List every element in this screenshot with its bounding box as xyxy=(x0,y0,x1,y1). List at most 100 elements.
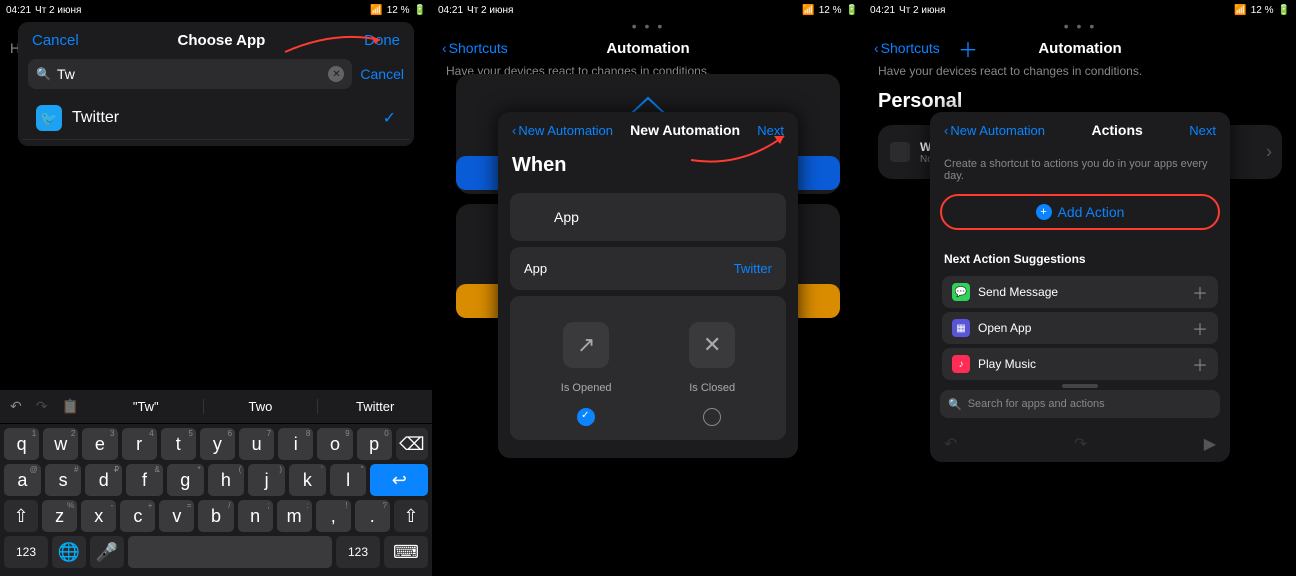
search-cancel-button[interactable]: Cancel xyxy=(360,66,404,82)
key-j[interactable]: )j xyxy=(248,464,285,496)
sheet-title: Choose App xyxy=(178,32,266,49)
undo-icon[interactable]: ↶ xyxy=(10,398,22,415)
key-return[interactable]: ↩ xyxy=(370,464,428,496)
key-delete[interactable]: ⌫ xyxy=(396,428,428,460)
search-field[interactable]: 🔍 ✕ xyxy=(28,59,352,89)
add-action-button[interactable]: + Add Action xyxy=(940,194,1220,230)
app-row-twitter[interactable]: 🐦 Twitter ✓ xyxy=(22,97,410,140)
key-e[interactable]: 3e xyxy=(82,428,117,460)
open-close-card: ↗ Is Opened ✕ Is Closed xyxy=(510,296,786,440)
key-r[interactable]: 4r xyxy=(122,428,157,460)
key-d[interactable]: ₽d xyxy=(85,464,122,496)
key-p[interactable]: 0p xyxy=(357,428,392,460)
key-o[interactable]: 9o xyxy=(317,428,352,460)
suggestion-open-app[interactable]: ▦Open App ＋ xyxy=(942,312,1218,344)
key-g[interactable]: *g xyxy=(167,464,204,496)
close-icon: ✕ xyxy=(689,322,735,368)
actions-modal: ‹ New Automation Actions Next Create a s… xyxy=(930,112,1230,462)
key-c[interactable]: +c xyxy=(120,500,155,532)
new-automation-modal: ‹ New Automation New Automation Next Whe… xyxy=(498,112,798,458)
key-x[interactable]: -x xyxy=(81,500,116,532)
modal-title: Actions xyxy=(1091,122,1142,138)
choose-app-sheet: Cancel Choose App Done 🔍 ✕ Cancel 🐦 Twit… xyxy=(18,22,414,146)
key-n[interactable]: ;n xyxy=(238,500,273,532)
key-i[interactable]: 8i xyxy=(278,428,313,460)
nav-title: Automation xyxy=(606,40,689,57)
key-shift-left[interactable]: ⇧ xyxy=(4,500,38,532)
add-suggestion-icon[interactable]: ＋ xyxy=(1192,280,1208,304)
key-a[interactable]: @a xyxy=(4,464,41,496)
key-space[interactable] xyxy=(128,536,332,568)
trigger-app-row[interactable]: App xyxy=(510,193,786,241)
key-m[interactable]: :m xyxy=(277,500,312,532)
panel-actions: 04:21Чт 2 июня 📶12 %🔋 • • • ‹ Shortcuts … xyxy=(864,0,1296,576)
add-automation-button[interactable]: ＋ xyxy=(958,34,978,63)
search-input[interactable] xyxy=(57,66,322,82)
search-actions-field[interactable]: 🔍 Search for apps and actions xyxy=(940,390,1220,418)
suggestion-word[interactable]: Two xyxy=(203,399,318,414)
key-period[interactable]: ?. xyxy=(355,500,390,532)
panel-new-automation: 04:21Чт 2 июня 📶12 %🔋 • • • ‹ Shortcuts … xyxy=(432,0,864,576)
key-w[interactable]: 2w xyxy=(43,428,78,460)
page-dots: • • • xyxy=(864,18,1296,34)
app-row-label: Twitter xyxy=(72,109,119,127)
clear-search-button[interactable]: ✕ xyxy=(328,66,344,82)
paste-icon[interactable]: 📋 xyxy=(61,398,78,415)
page-dots: • • • xyxy=(432,18,864,34)
when-heading: When xyxy=(498,148,798,187)
modal-next-button[interactable]: Next xyxy=(1189,123,1216,138)
back-shortcuts-button[interactable]: ‹ Shortcuts xyxy=(874,40,940,56)
panel-choose-app: 04:21Чт 2 июня 📶12 %🔋 • • • H… Cancel Ch… xyxy=(0,0,432,576)
key-q[interactable]: 1q xyxy=(4,428,39,460)
key-dismiss-keyboard[interactable]: ⌨︎ xyxy=(384,536,428,568)
radio-opened[interactable] xyxy=(577,408,595,426)
key-comma[interactable]: !, xyxy=(316,500,351,532)
key-shift-right[interactable]: ⇧ xyxy=(394,500,428,532)
key-b[interactable]: /b xyxy=(198,500,233,532)
app-placeholder-icon xyxy=(524,207,544,227)
nav-title: Automation xyxy=(1038,40,1121,57)
app-value: Twitter xyxy=(734,261,772,276)
key-s[interactable]: #s xyxy=(45,464,82,496)
key-mic[interactable]: 🎤 xyxy=(90,536,124,568)
key-globe[interactable]: 🌐 xyxy=(52,536,86,568)
modal-back-button[interactable]: ‹ New Automation xyxy=(944,123,1045,138)
suggestions-title: Next Action Suggestions xyxy=(930,234,1230,272)
key-l[interactable]: "l xyxy=(330,464,367,496)
is-opened-option[interactable]: ↗ Is Opened xyxy=(561,322,612,426)
key-t[interactable]: 5t xyxy=(161,428,196,460)
search-icon: 🔍 xyxy=(948,398,962,411)
key-h[interactable]: (h xyxy=(208,464,245,496)
key-z[interactable]: %z xyxy=(42,500,77,532)
hint-text: Create a shortcut to actions you do in y… xyxy=(930,148,1230,190)
drag-handle[interactable] xyxy=(1062,384,1098,388)
redo-icon[interactable]: ↷ xyxy=(36,398,48,415)
back-shortcuts-button[interactable]: ‹ Shortcuts xyxy=(442,40,508,56)
key-y[interactable]: 6y xyxy=(200,428,235,460)
add-suggestion-icon[interactable]: ＋ xyxy=(1192,316,1208,340)
radio-closed[interactable] xyxy=(703,408,721,426)
key-123-right[interactable]: 123 xyxy=(336,536,380,568)
subtitle: Have your devices react to changes in co… xyxy=(864,62,1296,80)
key-v[interactable]: =v xyxy=(159,500,194,532)
suggestion-word[interactable]: Twitter xyxy=(317,399,432,414)
is-closed-option[interactable]: ✕ Is Closed xyxy=(689,322,735,426)
key-k[interactable]: 'k xyxy=(289,464,326,496)
suggestion-send-message[interactable]: 💬Send Message ＋ xyxy=(942,276,1218,308)
play-icon[interactable]: ▶ xyxy=(1204,434,1216,454)
key-f[interactable]: &f xyxy=(126,464,163,496)
app-select-row[interactable]: App Twitter xyxy=(510,247,786,290)
search-placeholder: Search for apps and actions xyxy=(968,398,1105,410)
modal-back-button[interactable]: ‹ New Automation xyxy=(512,123,613,138)
suggestion-word[interactable]: "Tw" xyxy=(89,399,203,414)
key-u[interactable]: 7u xyxy=(239,428,274,460)
cancel-button[interactable]: Cancel xyxy=(32,32,79,49)
key-123-left[interactable]: 123 xyxy=(4,536,48,568)
done-button[interactable]: Done xyxy=(364,32,400,49)
music-icon: ♪ xyxy=(952,355,970,373)
undo-icon[interactable]: ↶ xyxy=(944,434,957,454)
suggestion-play-music[interactable]: ♪Play Music ＋ xyxy=(942,348,1218,380)
modal-next-button[interactable]: Next xyxy=(757,123,784,138)
redo-icon[interactable]: ↷ xyxy=(1074,434,1087,454)
add-suggestion-icon[interactable]: ＋ xyxy=(1192,352,1208,376)
